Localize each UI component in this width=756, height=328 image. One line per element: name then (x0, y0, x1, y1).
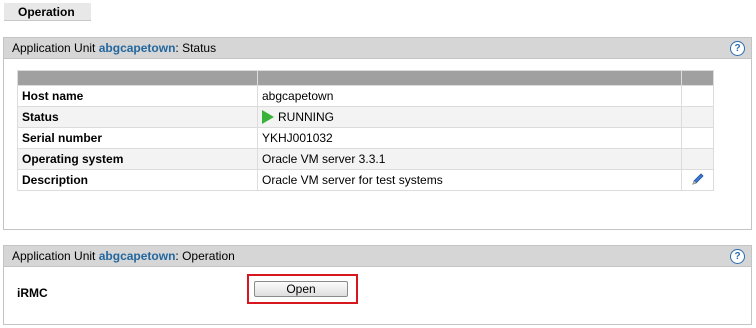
table-row: Serial number YKHJ001032 (17, 127, 714, 149)
row-value: abgcapetown (257, 85, 682, 107)
table-header-row (17, 70, 714, 86)
table-row: Description Oracle VM server for test sy… (17, 169, 714, 191)
row-value-cell: RUNNING (257, 106, 682, 128)
open-button-highlight: Open (247, 274, 358, 304)
help-icon[interactable]: ? (730, 249, 745, 264)
irmc-label: iRMC (17, 286, 48, 300)
operation-unit-name[interactable]: abgcapetown (99, 249, 176, 263)
table-row: Status RUNNING (17, 106, 714, 128)
table-row: Operating system Oracle VM server 3.3.1 (17, 148, 714, 170)
status-panel-header: Application Unit abgcapetown: Status ? (4, 38, 751, 59)
row-label: Serial number (17, 127, 258, 149)
row-value: Oracle VM server for test systems (257, 169, 682, 191)
operation-panel-header: Application Unit abgcapetown: Operation … (4, 246, 751, 267)
row-label: Host name (17, 85, 258, 107)
row-value: Oracle VM server 3.3.1 (257, 148, 682, 170)
operation-tab[interactable]: Operation (4, 3, 91, 21)
row-value: YKHJ001032 (257, 127, 682, 149)
status-table: Host name abgcapetown Status RUNNING Ser… (17, 70, 714, 191)
pencil-edit-icon[interactable] (690, 171, 706, 190)
status-title-suffix: : Status (175, 41, 217, 55)
operation-title-prefix: Application Unit (12, 249, 96, 263)
help-icon[interactable]: ? (730, 41, 745, 56)
row-label: Description (17, 169, 258, 191)
table-row: Host name abgcapetown (17, 85, 714, 107)
status-value: RUNNING (278, 109, 334, 124)
operation-title-suffix: : Operation (175, 249, 235, 263)
status-title-prefix: Application Unit (12, 41, 96, 55)
row-label: Operating system (17, 148, 258, 170)
play-status-icon (262, 110, 274, 125)
open-button[interactable]: Open (254, 281, 348, 297)
operation-panel: Application Unit abgcapetown: Operation … (3, 245, 752, 325)
status-panel: Application Unit abgcapetown: Status ? H… (3, 37, 752, 230)
row-label: Status (17, 106, 258, 128)
status-unit-name[interactable]: abgcapetown (99, 41, 176, 55)
